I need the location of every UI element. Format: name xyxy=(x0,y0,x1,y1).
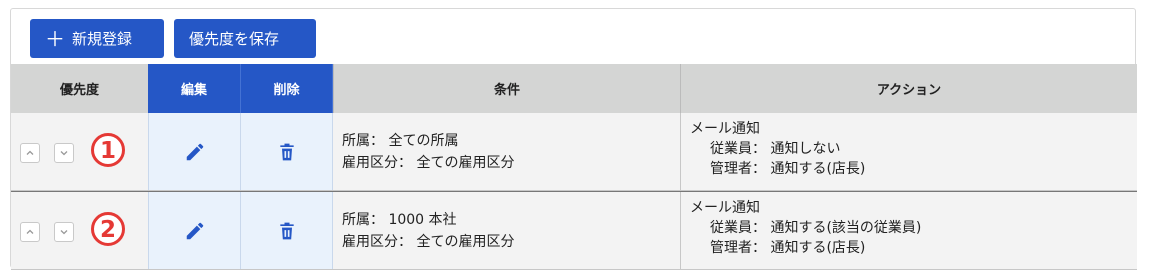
svg-text:1: 1 xyxy=(100,138,116,164)
add-new-button[interactable]: ＋ 新規登録 xyxy=(30,19,164,58)
chevron-down-icon xyxy=(60,230,68,235)
header-edit: 編集 xyxy=(148,64,241,113)
move-up-button[interactable] xyxy=(20,143,40,163)
move-down-button[interactable] xyxy=(54,222,74,242)
save-priority-button[interactable]: 優先度を保存 xyxy=(174,19,316,58)
rules-table: 優先度 編集 削除 条件 アクション 1 所属： 全ての所属 雇用区分： 全ての… xyxy=(11,64,1137,270)
svg-text:2: 2 xyxy=(100,217,116,243)
action-manager: 管理者： 通知する(店長) xyxy=(710,161,866,177)
chevron-down-icon xyxy=(60,151,68,156)
chevron-up-icon xyxy=(26,150,34,155)
action-cell: メール通知 従業員： 通知しない 管理者： 通知する(店長) xyxy=(681,113,1137,190)
condition-affiliation: 所属： 全ての所属 xyxy=(342,133,459,149)
header-priority: 優先度 xyxy=(11,64,148,113)
priority-number-badge: 2 xyxy=(91,212,125,246)
trash-icon xyxy=(279,222,294,239)
priority-number-badge: 1 xyxy=(91,133,125,167)
header-action: アクション xyxy=(681,64,1137,113)
pencil-icon xyxy=(186,143,203,160)
toolbar: ＋ 新規登録 優先度を保存 xyxy=(30,19,316,58)
action-cell: メール通知 従業員： 通知する(該当の従業員) 管理者： 通知する(店長) xyxy=(681,192,1137,269)
condition-cell: 所属： 全ての所属 雇用区分： 全ての雇用区分 xyxy=(333,113,681,190)
pencil-icon xyxy=(186,222,203,239)
priority-cell: 1 xyxy=(11,113,148,190)
condition-employment: 雇用区分： 全ての雇用区分 xyxy=(342,155,515,171)
action-title: メール通知 xyxy=(690,121,760,137)
add-new-label: 新規登録 xyxy=(72,30,133,48)
priority-cell: 2 xyxy=(11,192,148,269)
action-employee: 従業員： 通知しない xyxy=(710,141,841,157)
chevron-up-icon xyxy=(26,229,34,234)
header-condition: 条件 xyxy=(333,64,681,113)
plus-icon: ＋ xyxy=(45,26,65,51)
condition-affiliation: 所属： 1000 本社 xyxy=(342,212,457,228)
action-manager: 管理者： 通知する(店長) xyxy=(710,240,866,256)
edit-button[interactable] xyxy=(148,192,241,269)
condition-cell: 所属： 1000 本社 雇用区分： 全ての雇用区分 xyxy=(333,192,681,269)
table-row: 1 所属： 全ての所属 雇用区分： 全ての雇用区分 メール通知 従業員： 通知し… xyxy=(11,113,1137,191)
delete-button[interactable] xyxy=(241,192,333,269)
edit-button[interactable] xyxy=(148,113,241,190)
table-header: 優先度 編集 削除 条件 アクション xyxy=(11,64,1137,113)
trash-icon xyxy=(279,143,294,160)
delete-button[interactable] xyxy=(241,113,333,190)
move-down-button[interactable] xyxy=(54,143,74,163)
rules-panel: ＋ 新規登録 優先度を保存 優先度 編集 削除 条件 アクション 1 所属： 全… xyxy=(10,8,1137,270)
table-row: 2 所属： 1000 本社 雇用区分： 全ての雇用区分 メール通知 従業員： 通… xyxy=(11,191,1137,270)
header-delete: 削除 xyxy=(241,64,333,113)
action-title: メール通知 xyxy=(690,200,760,216)
action-employee: 従業員： 通知する(該当の従業員) xyxy=(710,220,922,236)
move-up-button[interactable] xyxy=(20,222,40,242)
condition-employment: 雇用区分： 全ての雇用区分 xyxy=(342,234,515,250)
